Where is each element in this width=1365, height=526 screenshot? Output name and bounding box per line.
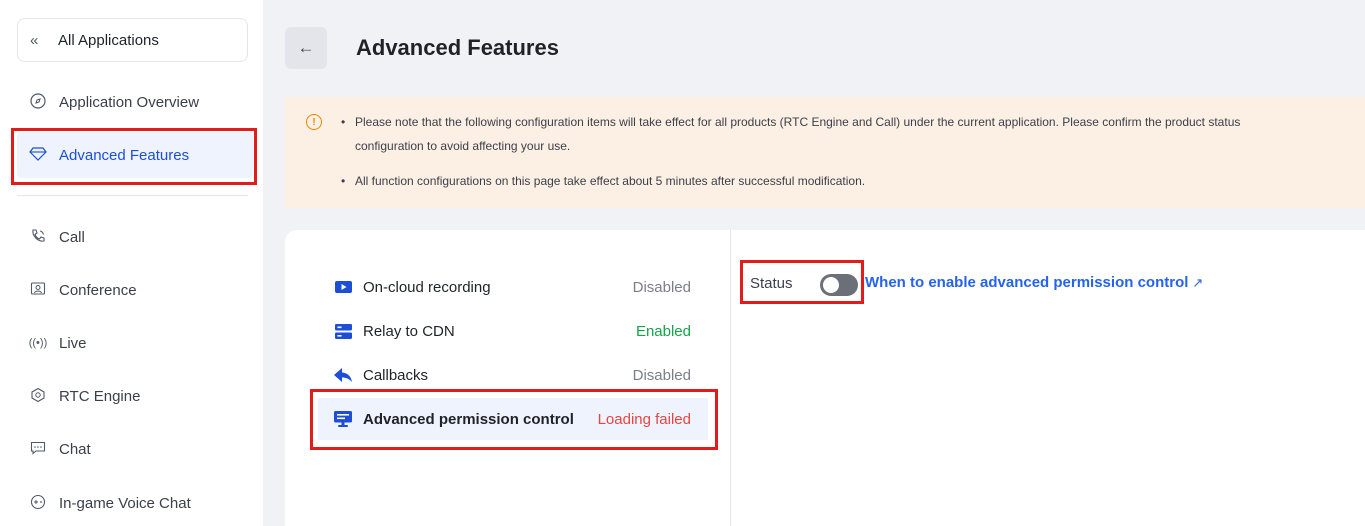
reply-icon	[334, 367, 352, 383]
back-button[interactable]: ←	[285, 27, 327, 69]
page-title: Advanced Features	[356, 35, 559, 60]
sidebar-item-live[interactable]: ((•)) Live	[17, 320, 253, 366]
gamepad-icon	[27, 494, 49, 513]
sidebar-item-label: In-game Voice Chat	[59, 494, 191, 512]
notice-line: configuration to avoid affecting your us…	[355, 139, 571, 153]
feature-item-advanced-permission-control[interactable]: Advanced permission control Loading fail…	[318, 398, 708, 440]
broadcast-icon: ((•))	[28, 337, 48, 349]
notice-line: • All function configurations on this pag…	[341, 174, 865, 188]
monitor-icon	[334, 411, 352, 427]
sidebar-item-call[interactable]: Call	[17, 214, 253, 260]
sidebar-item-label: Chat	[59, 440, 91, 458]
sidebar-item-label: Conference	[59, 281, 137, 299]
notice-line: • Please note that the following configur…	[341, 115, 1240, 129]
feature-label: Relay to CDN	[363, 322, 455, 340]
features-card: On-cloud recording Disabled Relay to CDN…	[285, 230, 1365, 526]
chat-icon	[27, 440, 49, 459]
panel-divider	[730, 230, 731, 526]
sidebar-item-application-overview[interactable]: Application Overview	[17, 79, 253, 125]
status-toggle[interactable]	[820, 274, 858, 296]
sidebar-divider	[17, 195, 248, 196]
diamond-icon	[27, 146, 49, 164]
sidebar-item-label: RTC Engine	[59, 387, 141, 405]
sidebar-item-label: Application Overview	[59, 93, 200, 111]
external-link-icon: ↗	[1192, 275, 1204, 290]
notice-line1-text: Please note that the following configura…	[355, 115, 1241, 129]
feature-item-relay-to-cdn[interactable]: Relay to CDN Enabled	[318, 310, 708, 352]
status-label: Status	[750, 275, 793, 292]
help-link-label: When to enable advanced permission contr…	[865, 274, 1189, 291]
warning-icon: !	[306, 114, 322, 130]
sidebar-item-in-game-voice-chat[interactable]: In-game Voice Chat	[17, 480, 253, 526]
sidebar-item-label: Advanced Features	[59, 146, 190, 164]
sidebar-item-label: Live	[59, 334, 87, 352]
sidebar-item-chat[interactable]: Chat	[17, 426, 253, 472]
sidebar-item-label: Call	[59, 228, 85, 246]
bullet-icon: •	[341, 115, 346, 129]
phone-icon	[27, 228, 49, 247]
bullet-icon: •	[341, 174, 346, 188]
compass-icon	[27, 92, 49, 112]
sidebar-item-advanced-features[interactable]: Advanced Features	[17, 132, 253, 178]
help-link-advanced-permission-control[interactable]: When to enable advanced permission contr…	[865, 274, 1203, 291]
all-applications-button[interactable]: « All Applications	[17, 18, 248, 62]
video-icon	[334, 279, 352, 295]
engine-icon	[27, 387, 49, 406]
double-chevron-left-icon: «	[30, 31, 39, 49]
arrow-left-icon: ←	[297, 38, 315, 57]
feature-item-on-cloud-recording[interactable]: On-cloud recording Disabled	[318, 266, 708, 308]
sidebar-item-conference[interactable]: Conference	[17, 267, 253, 313]
feature-status: Loading failed	[597, 410, 691, 428]
feature-item-callbacks[interactable]: Callbacks Disabled	[318, 354, 708, 396]
feature-status: Disabled	[632, 366, 691, 384]
all-applications-label: All Applications	[58, 31, 159, 49]
notice-line3-text: All function configurations on this page…	[355, 174, 866, 188]
toggle-knob	[822, 276, 840, 294]
feature-status: Enabled	[635, 322, 691, 340]
conference-icon	[27, 281, 49, 300]
feature-label: On-cloud recording	[363, 278, 491, 296]
notice-banner: ! • Please note that the following config…	[285, 97, 1365, 208]
sidebar: « All Applications Application Overview …	[0, 0, 263, 526]
feature-label: Advanced permission control	[363, 410, 574, 428]
feature-status: Disabled	[632, 278, 691, 296]
sidebar-item-rtc-engine[interactable]: RTC Engine	[17, 373, 253, 419]
feature-label: Callbacks	[363, 366, 429, 384]
server-icon	[334, 323, 352, 339]
